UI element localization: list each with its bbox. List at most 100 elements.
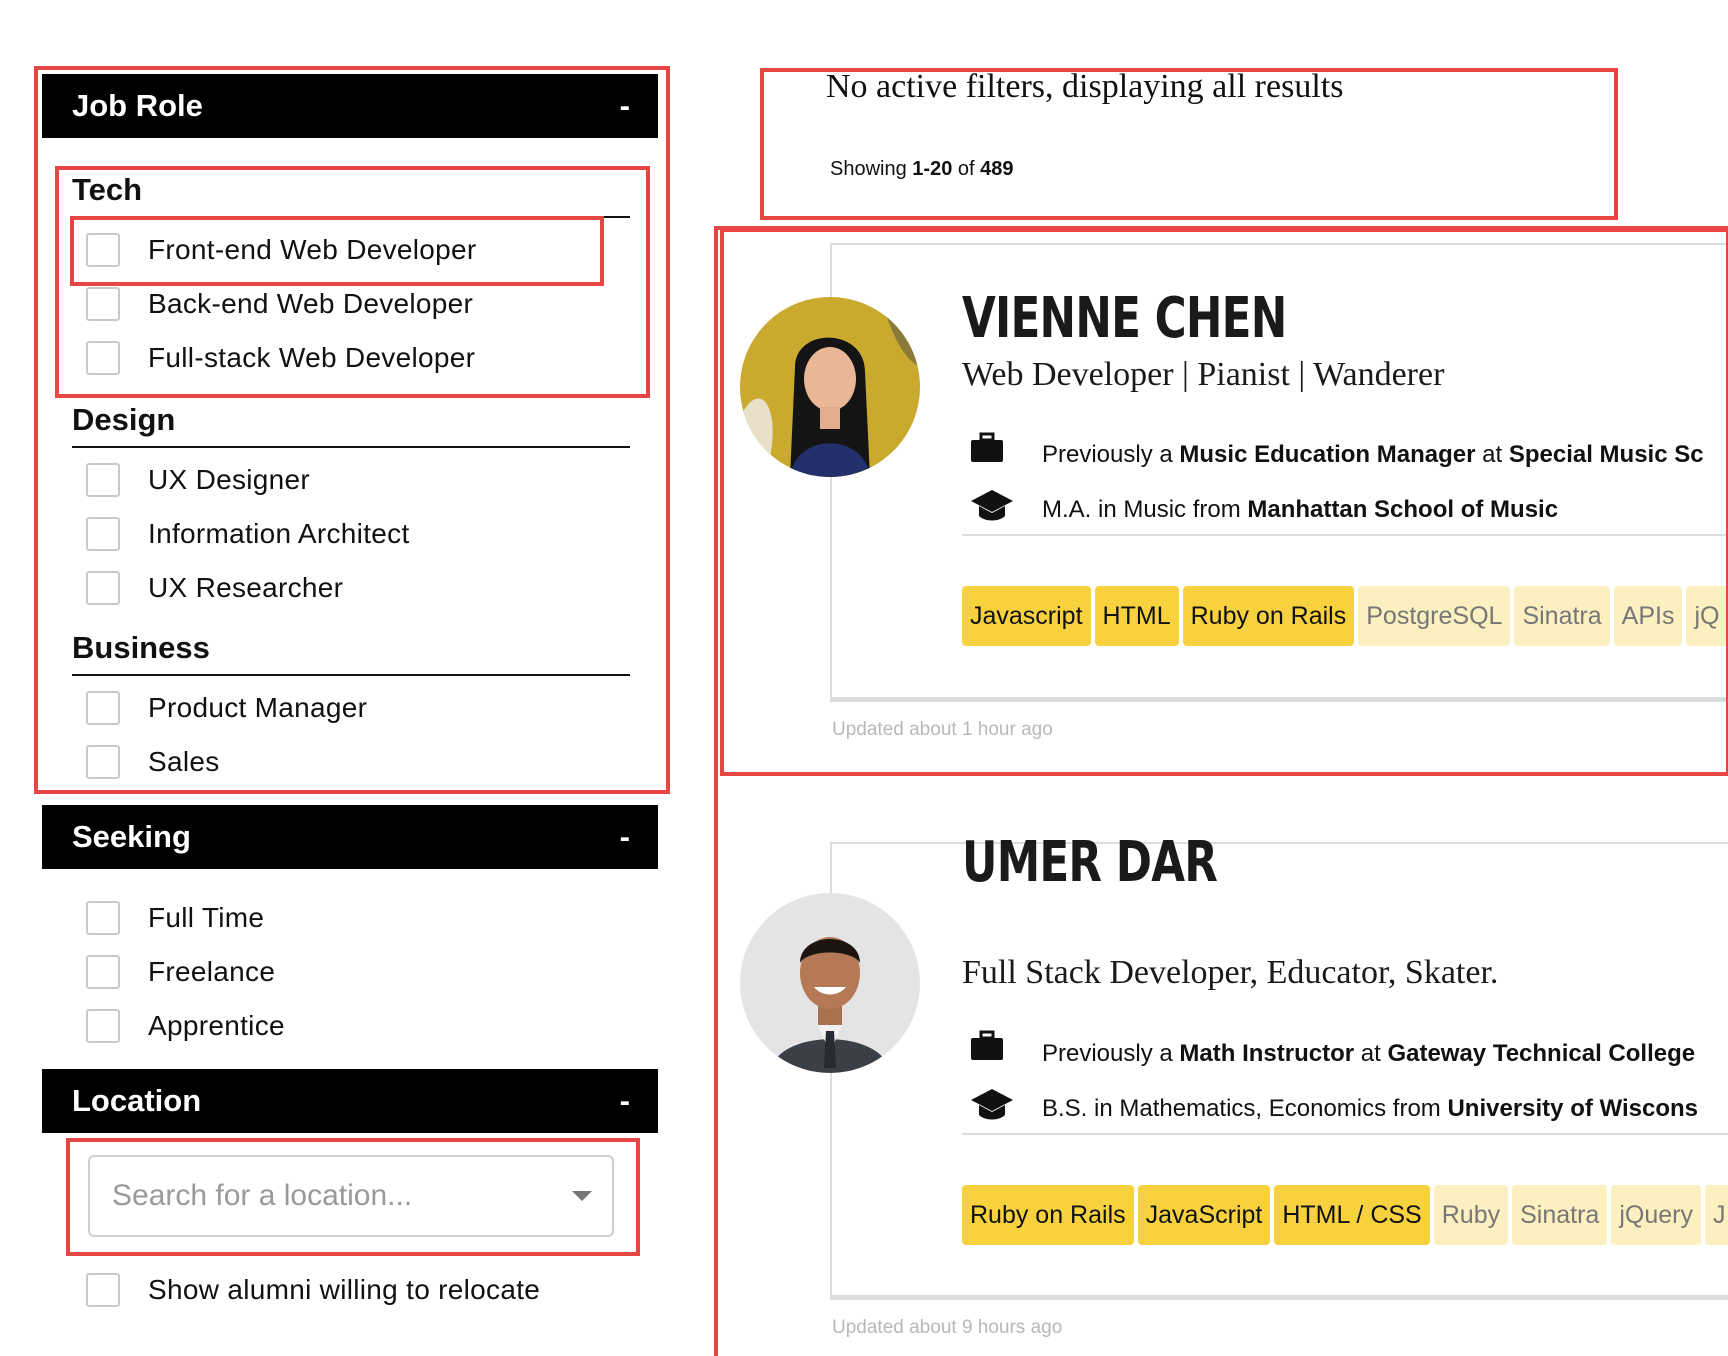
profile-tagline: Full Stack Developer, Educator, Skater.: [962, 954, 1499, 991]
showing-label: Showing: [830, 158, 907, 180]
option-label: UX Designer: [148, 464, 311, 495]
results-count: Showing 1-20 of 489: [830, 158, 1014, 181]
company-name: Special Music Sc: [1508, 441, 1704, 468]
option-full-stack-web-developer[interactable]: Full-stack Web Developer: [86, 338, 475, 378]
option-label: UX Researcher: [148, 572, 344, 603]
option-front-end-web-developer[interactable]: Front-end Web Developer: [86, 230, 477, 270]
location-title: Location: [72, 1083, 202, 1118]
option-label: Information Architect: [148, 518, 410, 549]
checkbox[interactable]: [86, 287, 120, 321]
skill-tag[interactable]: J: [1704, 1185, 1728, 1245]
group-title-business: Business: [72, 630, 630, 676]
option-freelance[interactable]: Freelance: [86, 952, 275, 992]
option-label: Full Time: [148, 902, 265, 933]
of-label: of: [957, 158, 975, 180]
location-search-select[interactable]: [88, 1155, 614, 1237]
option-ux-researcher[interactable]: UX Researcher: [86, 568, 343, 608]
checkbox[interactable]: [86, 341, 120, 375]
option-ux-designer[interactable]: UX Designer: [86, 460, 310, 500]
profile-name[interactable]: UMER DAR: [962, 830, 1218, 895]
role-title: Math Instructor: [1179, 1040, 1355, 1067]
divider: [962, 534, 1728, 536]
job-role-header[interactable]: Job Role -: [42, 74, 658, 138]
seeking-collapse-toggle[interactable]: -: [620, 819, 630, 855]
updated-timestamp: Updated about 1 hour ago: [832, 719, 1053, 740]
job-role-collapse-toggle[interactable]: -: [620, 88, 630, 124]
at-label: at: [1360, 1040, 1381, 1067]
skill-tag[interactable]: Javascript: [962, 586, 1091, 646]
group-title-design: Design: [72, 402, 630, 448]
graduation-cap-icon: [970, 488, 1014, 531]
checkbox[interactable]: [86, 463, 120, 497]
graduation-cap-icon: [970, 1087, 1014, 1130]
option-label: Back-end Web Developer: [148, 288, 474, 319]
skill-tag[interactable]: jQ: [1686, 586, 1728, 646]
seeking-title: Seeking: [72, 819, 191, 854]
skill-tag[interactable]: jQuery: [1611, 1185, 1701, 1245]
education: B.S. in Mathematics, Economics from Univ…: [1042, 1095, 1698, 1123]
checkbox[interactable]: [86, 1009, 120, 1043]
briefcase-icon: [970, 432, 1004, 469]
checkbox[interactable]: [86, 745, 120, 779]
checkbox[interactable]: [86, 571, 120, 605]
skill-tag[interactable]: Ruby on Rails: [962, 1185, 1134, 1245]
skill-tag[interactable]: HTML / CSS: [1274, 1185, 1430, 1245]
degree: B.S. in Mathematics, Economics from: [1042, 1095, 1441, 1122]
group-title-tech: Tech: [72, 172, 630, 218]
skill-tag[interactable]: Sinatra: [1512, 1185, 1608, 1245]
school-name: University of Wiscons: [1447, 1095, 1698, 1122]
skill-tag[interactable]: Sinatra: [1514, 586, 1610, 646]
option-full-time[interactable]: Full Time: [86, 898, 264, 938]
checkbox[interactable]: [86, 691, 120, 725]
chevron-down-icon[interactable]: [572, 1191, 592, 1201]
company-name: Gateway Technical College: [1387, 1040, 1696, 1067]
education: M.A. in Music from Manhattan School of M…: [1042, 496, 1558, 524]
briefcase-icon: [970, 1030, 1004, 1067]
avatar[interactable]: [740, 297, 920, 477]
role-title: Music Education Manager: [1179, 441, 1476, 468]
option-label: Sales: [148, 746, 220, 777]
seeking-header[interactable]: Seeking -: [42, 805, 658, 869]
at-label: at: [1482, 441, 1503, 468]
school-name: Manhattan School of Music: [1247, 496, 1559, 523]
previously-label: Previously a: [1042, 441, 1173, 468]
option-label: Full-stack Web Developer: [148, 342, 476, 373]
option-sales[interactable]: Sales: [86, 742, 220, 782]
skill-tag[interactable]: PostgreSQL: [1358, 586, 1511, 646]
option-information-architect[interactable]: Information Architect: [86, 514, 410, 554]
avatar[interactable]: [740, 893, 920, 1073]
option-back-end-web-developer[interactable]: Back-end Web Developer: [86, 284, 473, 324]
filter-status-text: No active filters, displaying all result…: [826, 68, 1344, 105]
degree: M.A. in Music from: [1042, 496, 1241, 523]
skill-tag[interactable]: HTML: [1094, 586, 1179, 646]
checkbox[interactable]: [86, 233, 120, 267]
option-product-manager[interactable]: Product Manager: [86, 688, 367, 728]
skills-list: Ruby on Rails JavaScript HTML / CSS Ruby…: [962, 1185, 1728, 1245]
checkbox[interactable]: [86, 517, 120, 551]
checkbox[interactable]: [86, 901, 120, 935]
previously-label: Previously a: [1042, 1040, 1173, 1067]
previous-role: Previously a Music Education Manager at …: [1042, 441, 1704, 469]
results-range: 1-20: [912, 158, 953, 180]
skill-tag[interactable]: Ruby on Rails: [1182, 586, 1355, 646]
option-willing-to-relocate[interactable]: Show alumni willing to relocate: [86, 1270, 540, 1310]
divider: [962, 1133, 1728, 1135]
option-label: Freelance: [148, 956, 276, 987]
checkbox[interactable]: [86, 1273, 120, 1307]
option-apprentice[interactable]: Apprentice: [86, 1006, 285, 1046]
location-header[interactable]: Location -: [42, 1069, 658, 1133]
checkbox[interactable]: [86, 955, 120, 989]
results-total: 489: [980, 158, 1014, 180]
skill-tag[interactable]: APIs: [1613, 586, 1683, 646]
profile-name[interactable]: VIENNE CHEN: [962, 286, 1287, 351]
option-label: Show alumni willing to relocate: [148, 1274, 541, 1305]
skill-tag[interactable]: JavaScript: [1137, 1185, 1271, 1245]
option-label: Product Manager: [148, 692, 368, 723]
option-label: Front-end Web Developer: [148, 234, 477, 265]
location-search-input[interactable]: [110, 1178, 554, 1214]
updated-timestamp: Updated about 9 hours ago: [832, 1317, 1063, 1338]
profile-tagline: Web Developer | Pianist | Wanderer: [962, 356, 1445, 393]
location-collapse-toggle[interactable]: -: [620, 1083, 630, 1119]
option-label: Apprentice: [148, 1010, 285, 1041]
skill-tag[interactable]: Ruby: [1433, 1185, 1509, 1245]
